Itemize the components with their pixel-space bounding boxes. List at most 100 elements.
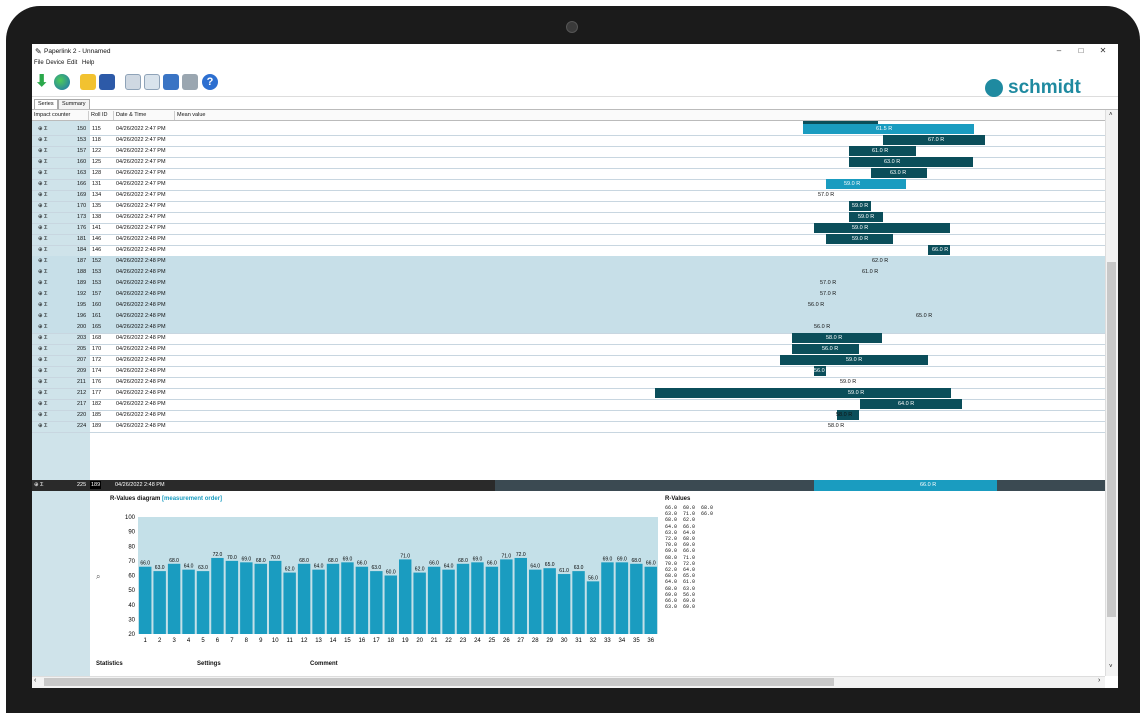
mean-value: 59.0 bbox=[848, 390, 859, 396]
date-time-cell: 04/26/2022 2:48 PM bbox=[116, 368, 166, 374]
row-expand-icon[interactable]: ⊕ Σ bbox=[38, 313, 48, 319]
row-expand-icon[interactable]: ⊕ Σ bbox=[38, 302, 48, 308]
menu-help[interactable]: Help bbox=[82, 60, 94, 66]
mean-value: 56.0 bbox=[808, 302, 819, 308]
footer-range-bar bbox=[814, 480, 997, 491]
scroll-right-icon[interactable]: › bbox=[1098, 677, 1100, 684]
impact-counter-cell: 153 bbox=[77, 137, 87, 143]
menu-file[interactable]: File bbox=[34, 60, 44, 66]
close-button[interactable]: ✕ bbox=[1094, 46, 1112, 57]
col-mean-value[interactable]: Mean value bbox=[175, 111, 237, 120]
row-expand-icon[interactable]: ⊕ Σ bbox=[38, 159, 48, 165]
mean-value: 57.0 bbox=[820, 280, 831, 286]
chart-subtitle: [measurement order] bbox=[162, 496, 223, 502]
row-expand-icon[interactable]: ⊕ Σ bbox=[38, 368, 48, 374]
roll-id-cell: 161 bbox=[92, 313, 102, 319]
row-expand-icon[interactable]: ⊕ Σ bbox=[38, 269, 48, 275]
row-expand-icon[interactable]: ⊕ Σ bbox=[38, 379, 48, 385]
date-time-cell: 04/26/2022 2:47 PM bbox=[116, 159, 166, 165]
date-time-cell: 04/26/2022 2:48 PM bbox=[116, 390, 166, 396]
mean-value: 58.0 bbox=[826, 335, 837, 341]
row-expand-icon[interactable]: ⊕ Σ bbox=[38, 390, 48, 396]
minimize-button[interactable]: – bbox=[1050, 46, 1068, 57]
mean-value: 58.0 bbox=[836, 412, 847, 418]
save-icon[interactable] bbox=[99, 74, 115, 90]
find-icon[interactable] bbox=[144, 74, 160, 90]
roll-id-cell: 146 bbox=[92, 236, 102, 242]
scroll-left-icon[interactable]: ‹ bbox=[34, 677, 36, 684]
roll-id-cell: 135 bbox=[92, 203, 102, 209]
row-expand-icon[interactable]: ⊕ Σ bbox=[38, 346, 48, 352]
row-expand-icon[interactable]: ⊕ Σ bbox=[38, 401, 48, 407]
row-expand-icon[interactable]: ⊕ Σ bbox=[38, 225, 48, 231]
bar-value-label: 69.0 bbox=[617, 556, 627, 562]
copy-icon[interactable] bbox=[125, 74, 141, 90]
bar-value-label: 72.0 bbox=[516, 552, 526, 558]
vertical-scroll-thumb[interactable] bbox=[1107, 262, 1116, 617]
menu-device[interactable]: Device bbox=[46, 60, 64, 66]
roll-id-cell: 189 bbox=[92, 423, 102, 429]
y-tick-label: 20 bbox=[128, 632, 135, 638]
bar bbox=[644, 566, 657, 634]
scroll-up-icon[interactable]: ˄ bbox=[1109, 112, 1113, 118]
import-arrow-icon[interactable]: ⬇ bbox=[35, 74, 51, 90]
row-expand-icon[interactable]: ⊕ Σ bbox=[38, 214, 48, 220]
bar bbox=[370, 571, 383, 634]
row-expand-icon[interactable]: ⊕ Σ bbox=[38, 324, 48, 330]
help-icon[interactable]: ? bbox=[202, 74, 218, 90]
open-folder-icon[interactable] bbox=[80, 74, 96, 90]
mean-marker: 63.0 R bbox=[890, 170, 907, 176]
col-impact-counter[interactable]: Impact counter bbox=[32, 111, 89, 120]
col-date-time[interactable]: Date & Time bbox=[114, 111, 175, 120]
selected-row-footer[interactable]: ⊕ Σ 225 189 04/26/2022 2:48 PM 66.0 R bbox=[32, 480, 1105, 491]
tab-summary[interactable]: Summary bbox=[58, 99, 90, 109]
row-expand-icon[interactable]: ⊕ Σ bbox=[38, 236, 48, 242]
row-expand-icon[interactable]: ⊕ Σ bbox=[38, 357, 48, 363]
date-time-cell: 04/26/2022 2:47 PM bbox=[116, 225, 166, 231]
row-expand-icon[interactable]: ⊕ Σ bbox=[38, 280, 48, 286]
row-expand-icon[interactable]: ⊕ Σ bbox=[38, 412, 48, 418]
book-icon[interactable] bbox=[163, 74, 179, 90]
maximize-button[interactable]: □ bbox=[1072, 46, 1090, 57]
row-expand-icon[interactable]: ⊕ Σ bbox=[38, 258, 48, 264]
menu-edit[interactable]: Edit bbox=[67, 60, 77, 66]
scroll-down-icon[interactable]: ˅ bbox=[1109, 664, 1113, 670]
row-expand-icon[interactable]: ⊕ Σ bbox=[38, 335, 48, 341]
row-expand-icon[interactable]: ⊕ Σ bbox=[38, 181, 48, 187]
date-time-cell: 04/26/2022 2:48 PM bbox=[116, 401, 166, 407]
row-expand-icon[interactable]: ⊕ Σ bbox=[38, 137, 48, 143]
row-expand-icon[interactable]: ⊕ Σ bbox=[38, 148, 48, 154]
row-expand-icon[interactable]: ⊕ Σ bbox=[38, 203, 48, 209]
app-icon: ✎ bbox=[35, 47, 42, 56]
col-roll-id[interactable]: Roll ID bbox=[89, 111, 114, 120]
row-expand-icon[interactable]: ⊕ Σ bbox=[38, 126, 48, 132]
row-expand-icon[interactable]: ⊕ Σ bbox=[38, 291, 48, 297]
row-expand-icon[interactable]: ⊕ Σ bbox=[38, 247, 48, 253]
row-expand-icon[interactable]: ⊕ Σ bbox=[38, 192, 48, 198]
bar bbox=[355, 566, 369, 634]
bar-value-label: 63.0 bbox=[371, 565, 381, 571]
globe-icon[interactable] bbox=[54, 74, 70, 90]
roll-id-cell: 115 bbox=[92, 126, 101, 132]
zoom-icon[interactable]: ⌕ bbox=[96, 572, 100, 582]
mean-value: 63.0 bbox=[884, 159, 895, 165]
footer-expand-icon[interactable]: ⊕ Σ bbox=[34, 482, 44, 488]
table-row[interactable]: ⊕ Σ 224 189 04/26/2022 2:48 PM 58.0 R bbox=[32, 421, 1105, 433]
mean-value: 59.0 bbox=[852, 203, 863, 209]
x-tick-label: 31 bbox=[575, 638, 582, 644]
camera-dot bbox=[566, 21, 578, 33]
x-tick-label: 25 bbox=[489, 638, 496, 644]
row-expand-icon[interactable]: ⊕ Σ bbox=[38, 423, 48, 429]
bar-value-label: 61.0 bbox=[559, 568, 569, 574]
impact-counter-cell: 173 bbox=[77, 214, 87, 220]
impact-counter-cell: 166 bbox=[77, 181, 87, 187]
mean-marker: 56.0 R bbox=[822, 346, 839, 352]
tab-series[interactable]: Series bbox=[34, 99, 58, 109]
bar-value-label: 68.0 bbox=[169, 558, 179, 564]
row-expand-icon[interactable]: ⊕ Σ bbox=[38, 170, 48, 176]
roll-id-cell: 153 bbox=[92, 280, 102, 286]
horizontal-scroll-thumb[interactable] bbox=[44, 678, 834, 686]
mean-marker: 66.0 R bbox=[932, 247, 949, 253]
print-icon[interactable] bbox=[182, 74, 198, 90]
date-time-cell: 04/26/2022 2:47 PM bbox=[116, 192, 166, 198]
